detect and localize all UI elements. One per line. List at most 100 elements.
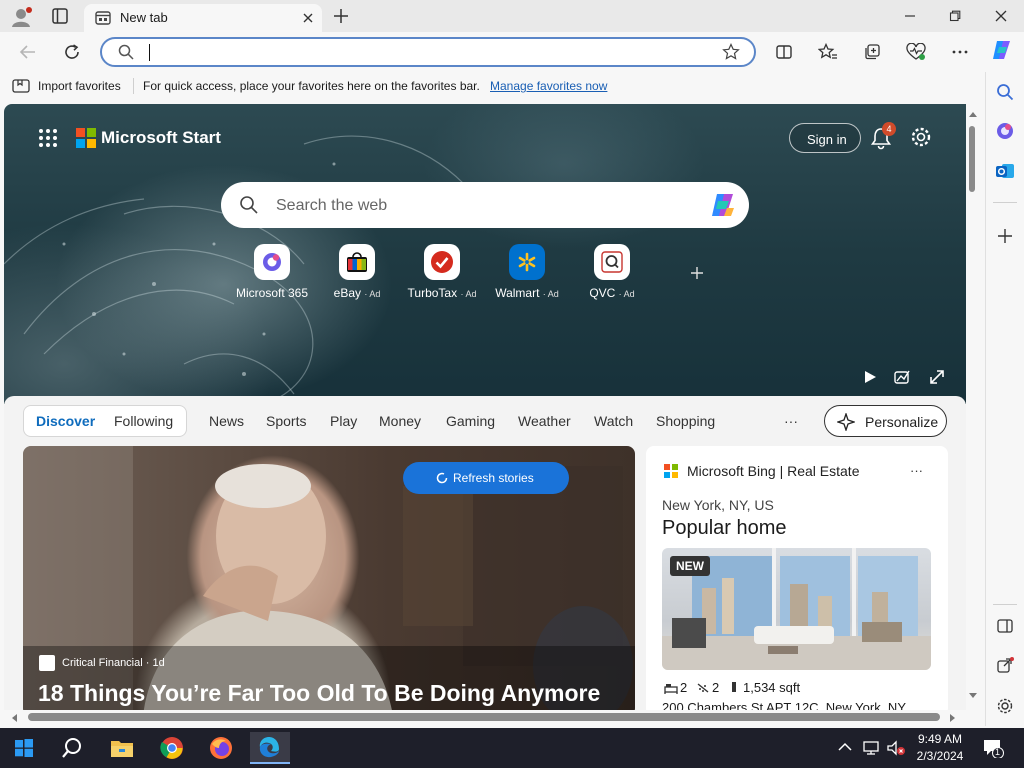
tab-title: New tab [120,10,168,25]
horizontal-scroll-thumb[interactable] [28,713,940,721]
search-sidebar-icon[interactable] [993,80,1017,104]
tab-weather[interactable]: Weather [518,413,571,429]
real-estate-card[interactable]: Microsoft Bing | Real Estate ··· New Yor… [646,446,948,710]
story-source: Critical Financial · 1d [62,657,165,669]
ebay-bag-icon [339,244,375,280]
quick-link-label: Microsoft 365 [235,286,309,300]
vertical-scrollbar[interactable] [966,104,985,710]
card-source: Microsoft Bing | Real Estate [687,463,860,479]
tab-actions-icon[interactable] [52,8,68,24]
more-tabs-button[interactable]: ··· [784,413,798,429]
vertical-scroll-thumb[interactable] [969,126,975,192]
microsoft-365-sidebar-icon[interactable] [993,119,1017,143]
split-screen-icon[interactable] [772,40,796,64]
listing-sqft: 1,534 sqft [743,680,801,695]
minimize-button[interactable] [890,4,930,28]
start-windows-icon[interactable] [4,732,44,764]
tab-play[interactable]: Play [330,413,357,429]
import-favorites-button[interactable]: Import favorites [38,79,121,93]
sidebar-divider [993,604,1017,605]
favbar-hint: For quick access, place your favorites h… [143,79,480,93]
refresh-icon[interactable] [60,40,84,64]
apps-launcher-icon[interactable] [38,128,58,148]
expand-icon[interactable] [929,369,945,385]
refresh-spinner-icon [436,472,448,484]
tab-gaming[interactable]: Gaming [446,413,495,429]
chrome-icon[interactable] [152,732,192,764]
personalize-button[interactable]: Personalize [824,405,947,437]
edge-icon[interactable] [250,732,290,764]
file-explorer-icon[interactable] [102,732,142,764]
listing-photo[interactable]: NEW [662,548,931,670]
tab-following[interactable]: Following [114,413,173,429]
outlook-sidebar-icon[interactable] [993,159,1017,183]
scroll-left-arrow-icon[interactable] [10,713,18,723]
horizontal-scrollbar[interactable] [4,710,966,726]
main-story-card[interactable]: Refresh stories Critical Financial · 1d … [23,446,635,710]
quick-link-turbotax[interactable]: TurboTax · Ad [397,244,487,300]
web-search-input[interactable]: Search the web [276,197,387,215]
manage-favorites-link[interactable]: Manage favorites now [490,79,607,93]
tab-sports[interactable]: Sports [266,413,306,429]
area-icon [730,681,738,693]
toolbar [0,32,1024,72]
card-more-button[interactable]: ··· [910,463,923,478]
refresh-stories-button[interactable]: Refresh stories [403,462,569,494]
settings-more-icon[interactable] [948,40,972,64]
brand-title[interactable]: Microsoft Start [101,128,221,148]
volume-muted-icon[interactable] [886,740,906,756]
listing-location: New York, NY, US [662,497,774,513]
address-search-icon [118,44,134,60]
quick-link-ebay[interactable]: eBay · Ad [312,244,402,300]
add-sidebar-app-icon[interactable] [993,224,1017,248]
tab-money[interactable]: Money [379,413,421,429]
browser-essentials-icon[interactable] [904,40,928,64]
hide-sidebar-icon[interactable] [993,614,1017,638]
personalize-sparkle-icon [837,413,855,431]
notification-count-badge: 4 [882,122,896,136]
address-input[interactable] [152,45,712,61]
source-logo-icon [39,655,55,671]
collections-icon[interactable] [860,40,884,64]
clock-date[interactable]: 2/3/2024 [912,749,968,763]
tab-news[interactable]: News [209,413,244,429]
copilot-search-icon[interactable] [709,192,737,218]
action-center-icon[interactable]: 1 [982,738,1004,758]
tab-watch[interactable]: Watch [594,413,633,429]
add-shortcut-icon[interactable] [690,266,704,280]
external-open-icon[interactable] [993,654,1017,678]
taskbar-search-icon[interactable] [52,732,92,764]
web-search-box[interactable]: Search the web [221,182,749,228]
image-info-icon[interactable] [894,369,910,385]
profile-icon[interactable] [10,6,32,28]
new-tab-plus-icon[interactable] [332,7,350,25]
firefox-icon[interactable] [201,732,241,764]
tab-discover[interactable]: Discover [36,413,95,429]
copilot-icon[interactable] [990,38,1014,62]
favorites-icon[interactable] [816,40,840,64]
listing-title: Popular home [662,517,787,539]
scroll-up-arrow-icon[interactable] [968,110,978,118]
sign-in-button[interactable]: Sign in [789,123,861,153]
text-caret [149,44,150,61]
restore-button[interactable] [935,4,975,28]
tab-shopping[interactable]: Shopping [656,413,715,429]
address-bar[interactable] [100,37,756,67]
scroll-right-arrow-icon[interactable] [949,713,957,723]
quick-link-qvc[interactable]: QVC · Ad [567,244,657,300]
story-headline[interactable]: 18 Things You’re Far Too Old To Be Doing… [38,680,600,707]
page-settings-gear-icon[interactable] [910,126,932,148]
tab-new-tab[interactable]: New tab [84,4,322,32]
quick-link-walmart[interactable]: Walmart · Ad [482,244,572,300]
play-background-icon[interactable] [862,369,878,385]
favorite-star-icon[interactable] [722,43,740,61]
quick-link-microsoft-365[interactable]: Microsoft 365 [227,244,317,300]
back-arrow-icon[interactable] [16,40,40,64]
clock-time[interactable]: 9:49 AM [916,732,964,746]
network-icon[interactable] [862,740,880,756]
scroll-down-arrow-icon[interactable] [968,692,978,700]
show-hidden-icons-icon[interactable] [838,742,852,752]
sidebar-settings-icon[interactable] [993,694,1017,718]
close-tab-icon[interactable] [300,10,316,26]
close-window-button[interactable] [981,4,1021,28]
